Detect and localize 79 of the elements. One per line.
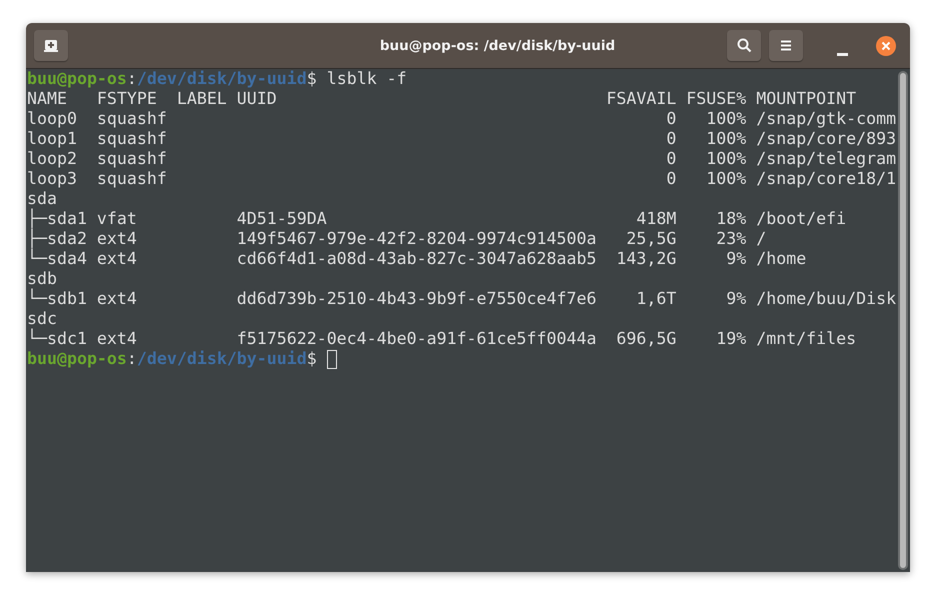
output-cell-text: ├─sda1 (27, 209, 88, 228)
output-cell-text: /home/buu/Disk (755, 289, 898, 309)
output-cell-text: loop2 (27, 149, 78, 169)
prompt-user: buu@pop-os (27, 349, 127, 369)
column-header: UUID (236, 89, 278, 109)
output-cell-text: └─sdc1 (27, 329, 88, 349)
command-text: lsblk -f (326, 69, 407, 89)
output-cell-text: loop3 (27, 169, 78, 189)
output-cell-text: 25,5G (625, 229, 676, 249)
output-cell-text: 9% (725, 249, 746, 269)
output-cell-text: 9% (725, 289, 746, 309)
output-cell-text: /boot/efi (755, 209, 848, 229)
prompt-separator: : (126, 69, 137, 89)
output-cell-text: cd66f4d1-a08d-43ab-827c-3047a628aab5 (236, 249, 598, 269)
output-cell-text: 18% (715, 209, 746, 229)
output-cell-text: /snap/gtk-comm (755, 109, 898, 129)
new-tab-button[interactable] (34, 30, 68, 61)
output-cell-text: sdc (27, 309, 58, 328)
prompt-symbol: $ (306, 69, 317, 89)
search-button[interactable] (727, 30, 761, 61)
column-header: FSUSE% (685, 89, 746, 109)
column-header: FSTYPE (96, 89, 158, 109)
output-cell-text: loop0 (27, 109, 78, 129)
output-cell-text: ext4 (96, 229, 138, 249)
output-cell-text: 149f5467-979e-42f2-8204-9974c914500a (236, 229, 598, 249)
window-title: buu@pop-os: /dev/disk/by-uuid (378, 38, 616, 54)
close-button[interactable] (876, 36, 896, 56)
output-cell-text: └─sda4 (27, 249, 88, 269)
output-cell-text: sdb (27, 269, 58, 288)
output-cell-text: 0 (665, 149, 676, 169)
output-cell-text: 100% (705, 149, 746, 169)
output-cell-text: sda (27, 189, 58, 208)
minimize-icon (837, 52, 848, 56)
column-header: FSAVAIL (606, 89, 676, 109)
output-cell-text: 100% (705, 129, 746, 149)
output-cell-text: vfat (96, 209, 138, 229)
menu-button[interactable] (769, 30, 803, 61)
column-header: MOUNTPOINT (755, 89, 858, 109)
output-cell-text: 143,2G (615, 249, 676, 269)
output-cell-text: 418M (635, 209, 676, 229)
column-header: NAME (27, 89, 68, 109)
output-cell-text: f5175622-0ec4-4be0-a91f-61ce5ff0044a (236, 329, 598, 349)
output-cell-text: 19% (715, 329, 746, 349)
output-cell-text: ext4 (96, 289, 138, 309)
search-icon (736, 38, 752, 53)
output-cell-text: /mnt/files (755, 329, 858, 349)
output-cell-text: ext4 (96, 329, 138, 349)
output-cell-text: 0 (665, 169, 676, 189)
output-cell-text: 100% (705, 109, 746, 129)
prompt-symbol: $ (306, 349, 317, 369)
output-cell-text: └─sdb1 (27, 289, 88, 309)
output-cell-text: 0 (665, 129, 676, 149)
output-cell-text: ├─sda2 (27, 229, 88, 248)
prompt-separator: : (126, 349, 137, 369)
column-header: LABEL (176, 89, 228, 109)
output-cell-text: / (755, 229, 768, 249)
output-cell-text: squashf (96, 149, 168, 169)
output-cell-text: /snap/telegram (755, 149, 898, 169)
output-cell-text: /snap/core/893 (755, 129, 898, 149)
output-cell-text: 0 (665, 109, 676, 129)
output-cell-text: squashf (96, 109, 168, 129)
output-cell-text: 100% (705, 169, 746, 189)
output-cell-text: 4D51-59DA (236, 209, 328, 229)
output-cell-text: squashf (96, 169, 168, 189)
output-cell-text: 696,5G (615, 329, 676, 349)
output-cell-text: loop1 (27, 129, 78, 149)
output-cell-text: 1,6T (635, 289, 676, 309)
prompt-path: /dev/disk/by-uuid (136, 349, 307, 369)
output-cell-text: ext4 (96, 249, 138, 269)
output-cell-text: /snap/core18/1 (755, 169, 898, 189)
output-cell-text: squashf (96, 129, 168, 149)
output-cell-text: dd6d739b-2510-4b43-9b9f-e7550ce4f7e6 (236, 289, 598, 309)
close-icon (881, 40, 891, 50)
output-cell-text: /home (755, 249, 808, 269)
output-cell-text: 23% (715, 229, 746, 249)
menu-icon (780, 40, 792, 51)
new-tab-icon (44, 38, 58, 52)
prompt-path: /dev/disk/by-uuid (136, 69, 307, 89)
prompt-user: buu@pop-os (27, 69, 127, 89)
